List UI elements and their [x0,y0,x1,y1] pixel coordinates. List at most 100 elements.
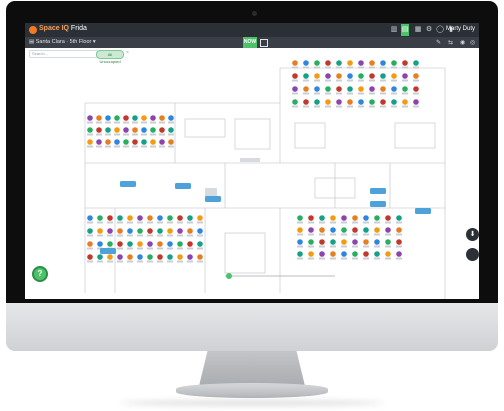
seat-marker[interactable] [187,215,193,221]
seat-marker[interactable] [297,227,303,233]
seat-marker[interactable] [385,251,391,257]
seat-marker[interactable] [167,228,173,234]
seat-marker[interactable] [341,239,347,245]
user-name[interactable]: Marty Duty [446,26,475,32]
seat-marker[interactable] [87,127,93,133]
seat-marker[interactable] [391,73,397,79]
seat-marker[interactable] [413,99,419,105]
eye-icon[interactable]: ◉ [460,39,465,46]
seat-marker[interactable] [167,241,173,247]
seat-marker[interactable] [374,227,380,233]
seat-marker[interactable] [107,215,113,221]
seat-marker[interactable] [396,227,402,233]
seat-marker[interactable] [303,99,309,105]
seat-marker[interactable] [319,251,325,257]
seat-marker[interactable] [141,115,147,121]
seat-marker[interactable] [385,215,391,221]
seat-marker[interactable] [396,215,402,221]
seat-marker[interactable] [303,86,309,92]
seat-marker[interactable] [319,227,325,233]
calendar-icon[interactable] [260,39,268,47]
seat-marker[interactable] [330,227,336,233]
seat-marker[interactable] [168,139,174,145]
seat-marker[interactable] [159,115,165,121]
seat-marker[interactable] [380,60,386,66]
seat-marker[interactable] [402,60,408,66]
seat-marker[interactable] [358,73,364,79]
seat-marker[interactable] [117,254,123,260]
seat-marker[interactable] [159,127,165,133]
seat-marker[interactable] [341,215,347,221]
seat-marker[interactable] [385,239,391,245]
seat-marker[interactable] [137,215,143,221]
seat-marker[interactable] [352,227,358,233]
seat-marker[interactable] [167,215,173,221]
seat-marker[interactable] [107,254,113,260]
seat-marker[interactable] [168,127,174,133]
seat-marker[interactable] [177,254,183,260]
seat-marker[interactable] [132,115,138,121]
seat-marker[interactable] [127,254,133,260]
seat-marker[interactable] [380,73,386,79]
seat-marker[interactable] [336,86,342,92]
seat-marker[interactable] [402,99,408,105]
seat-marker[interactable] [369,60,375,66]
seat-marker[interactable] [330,239,336,245]
seat-marker[interactable] [396,251,402,257]
seat-marker[interactable] [187,254,193,260]
seat-marker[interactable] [177,215,183,221]
room-tag[interactable] [120,181,136,187]
seat-marker[interactable] [352,239,358,245]
seat-marker[interactable] [391,99,397,105]
seat-marker[interactable] [347,99,353,105]
seat-marker[interactable] [137,254,143,260]
seat-marker[interactable] [347,73,353,79]
seat-marker[interactable] [105,115,111,121]
seat-marker[interactable] [150,127,156,133]
seat-marker[interactable] [363,251,369,257]
room-tag[interactable] [205,196,221,202]
seat-marker[interactable] [167,254,173,260]
seat-marker[interactable] [141,139,147,145]
edit-icon[interactable]: ✎ [436,39,441,46]
seat-marker[interactable] [380,99,386,105]
seat-marker[interactable] [308,227,314,233]
seat-marker[interactable] [123,127,129,133]
seat-marker[interactable] [159,139,165,145]
seat-marker[interactable] [413,60,419,66]
seat-marker[interactable] [369,99,375,105]
seat-marker[interactable] [197,215,203,221]
seat-marker[interactable] [97,241,103,247]
seat-marker[interactable] [314,73,320,79]
seat-marker[interactable] [380,86,386,92]
seat-marker[interactable] [391,60,397,66]
seat-marker[interactable] [197,228,203,234]
seat-marker[interactable] [107,228,113,234]
seat-marker[interactable] [292,86,298,92]
seat-marker[interactable] [363,239,369,245]
seat-marker[interactable] [197,241,203,247]
seat-marker[interactable] [147,254,153,260]
seat-marker[interactable] [330,251,336,257]
seat-marker[interactable] [127,215,133,221]
seat-marker[interactable] [341,251,347,257]
site-selector[interactable]: ▤ Santa Clara · 5th Floor ▾ [29,39,96,45]
seat-marker[interactable] [363,215,369,221]
room-tag[interactable] [370,201,386,207]
seat-marker[interactable] [347,60,353,66]
seat-marker[interactable] [87,115,93,121]
seat-marker[interactable] [96,127,102,133]
room-tag[interactable] [370,188,386,194]
seat-marker[interactable] [105,127,111,133]
user-icon[interactable]: ◯ [436,26,444,34]
seat-marker[interactable] [341,227,347,233]
share-icon[interactable]: ⇆ [448,39,453,46]
seat-marker[interactable] [97,215,103,221]
seat-marker[interactable] [114,115,120,121]
seat-marker[interactable] [363,227,369,233]
seat-marker[interactable] [336,60,342,66]
seat-marker[interactable] [87,228,93,234]
seat-marker[interactable] [87,215,93,221]
seat-marker[interactable] [187,241,193,247]
seat-marker[interactable] [123,115,129,121]
